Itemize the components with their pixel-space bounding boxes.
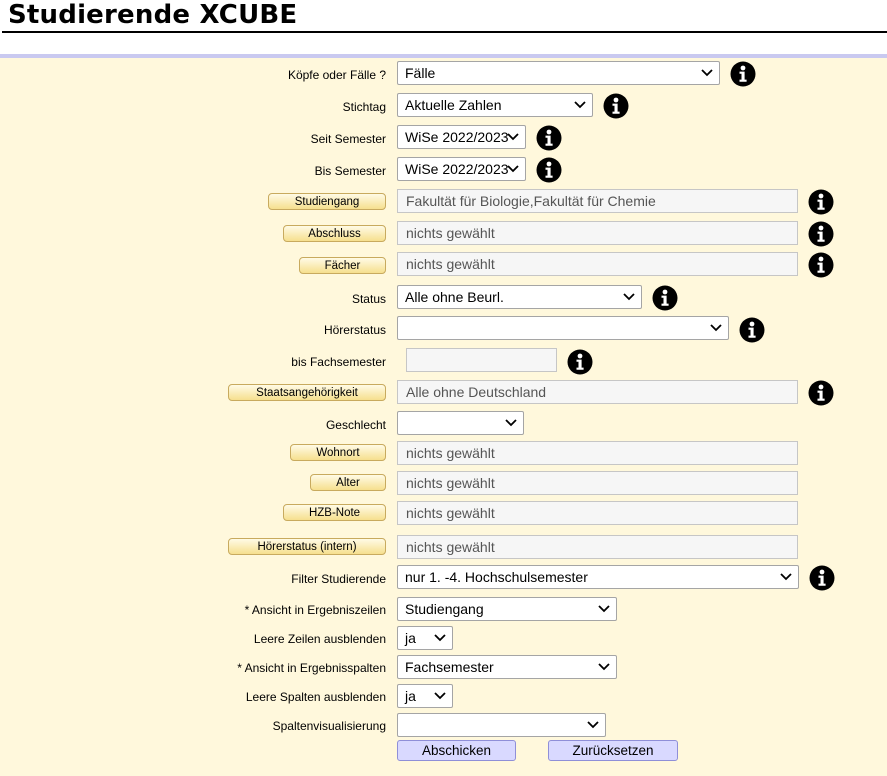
- alter-field[interactable]: nichts gewählt: [397, 471, 798, 495]
- leere-zeilen-label: Leere Zeilen ausblenden: [253, 632, 386, 646]
- chevron-down-icon: [507, 133, 519, 141]
- bis-semester-value: WiSe 2022/2023: [405, 161, 509, 177]
- leere-spalten-select[interactable]: ja: [397, 684, 453, 708]
- status-label: Status: [351, 292, 386, 306]
- hoererstatus-intern-button[interactable]: Hörerstatus (intern): [228, 538, 386, 555]
- hzb-note-field[interactable]: nichts gewählt: [397, 501, 798, 525]
- spalten-value: Fachsemester: [405, 659, 494, 675]
- info-icon[interactable]: [808, 252, 834, 278]
- info-icon[interactable]: [536, 157, 562, 183]
- title-divider: [2, 31, 887, 33]
- zeilen-value: Studiengang: [405, 601, 484, 617]
- filter-select[interactable]: nur 1. -4. Hochschulsemester: [397, 565, 799, 589]
- stichtag-select[interactable]: Aktuelle Zahlen: [397, 93, 593, 117]
- hzb-note-button[interactable]: HZB-Note: [283, 504, 386, 521]
- chevron-down-icon: [505, 419, 517, 427]
- chevron-down-icon: [507, 165, 519, 173]
- leere-zeilen-value: ja: [405, 630, 416, 646]
- koepfe-select[interactable]: Fälle: [397, 61, 720, 85]
- leere-spalten-value: ja: [405, 688, 416, 704]
- hoererstatus-label: Hörerstatus: [323, 323, 386, 337]
- info-icon[interactable]: [739, 317, 765, 343]
- studiengang-button[interactable]: Studiengang: [268, 193, 386, 210]
- page-title: Studierende XCUBE: [8, 0, 298, 30]
- koepfe-label: Köpfe oder Fälle ?: [287, 68, 386, 82]
- filter-label: Filter Studierende: [291, 572, 386, 586]
- visual-label: Spaltenvisualisierung: [272, 719, 386, 733]
- stichtag-value: Aktuelle Zahlen: [405, 97, 502, 113]
- info-icon[interactable]: [603, 93, 629, 119]
- chevron-down-icon: [780, 573, 792, 581]
- stichtag-label: Stichtag: [342, 100, 386, 114]
- staatsangehoerigkeit-button[interactable]: Staatsangehörigkeit: [228, 384, 386, 401]
- faecher-field[interactable]: nichts gewählt: [397, 252, 798, 276]
- info-icon[interactable]: [808, 380, 834, 406]
- koepfe-value: Fälle: [405, 65, 436, 81]
- chevron-down-icon: [587, 721, 599, 729]
- wohnort-field[interactable]: nichts gewählt: [397, 441, 798, 465]
- bis-semester-select[interactable]: WiSe 2022/2023: [397, 157, 526, 181]
- info-icon[interactable]: [652, 285, 678, 311]
- filter-value: nur 1. -4. Hochschulsemester: [405, 569, 588, 585]
- reset-button[interactable]: Zurücksetzen: [548, 740, 678, 761]
- wohnort-button[interactable]: Wohnort: [290, 444, 386, 461]
- faecher-button[interactable]: Fächer: [299, 257, 386, 274]
- zeilen-select[interactable]: Studiengang: [397, 597, 617, 621]
- seit-semester-select[interactable]: WiSe 2022/2023: [397, 125, 526, 149]
- abschluss-button[interactable]: Abschluss: [283, 225, 386, 242]
- alter-button[interactable]: Alter: [310, 474, 386, 491]
- chevron-down-icon: [598, 663, 610, 671]
- zeilen-label: * Ansicht in Ergebniszeilen: [244, 603, 386, 617]
- spalten-label: * Ansicht in Ergebnisspalten: [237, 661, 386, 675]
- studiengang-field[interactable]: Fakultät für Biologie,Fakultät für Chemi…: [397, 189, 798, 213]
- abschluss-field[interactable]: nichts gewählt: [397, 221, 798, 245]
- status-select[interactable]: Alle ohne Beurl.: [397, 285, 642, 309]
- chevron-down-icon: [434, 634, 446, 642]
- info-icon[interactable]: [808, 189, 834, 215]
- geschlecht-label: Geschlecht: [325, 418, 386, 432]
- leere-zeilen-select[interactable]: ja: [397, 626, 453, 650]
- chevron-down-icon: [434, 692, 446, 700]
- submit-button[interactable]: Abschicken: [397, 740, 516, 761]
- leere-spalten-label: Leere Spalten ausblenden: [245, 690, 386, 704]
- chevron-down-icon: [623, 293, 635, 301]
- chevron-down-icon: [598, 605, 610, 613]
- bis-semester-label: Bis Semester: [314, 164, 386, 178]
- hoererstatus-intern-field[interactable]: nichts gewählt: [397, 535, 798, 559]
- seit-semester-value: WiSe 2022/2023: [405, 129, 509, 145]
- chevron-down-icon: [710, 324, 722, 332]
- info-icon[interactable]: [809, 565, 835, 591]
- visual-select[interactable]: [397, 713, 606, 737]
- info-icon[interactable]: [567, 349, 593, 375]
- spalten-select[interactable]: Fachsemester: [397, 655, 617, 679]
- status-value: Alle ohne Beurl.: [405, 289, 504, 305]
- seit-semester-label: Seit Semester: [310, 132, 386, 146]
- hoererstatus-select[interactable]: [397, 316, 729, 340]
- fachsemester-label: bis Fachsemester: [291, 355, 386, 369]
- chevron-down-icon: [574, 101, 586, 109]
- staatsangehoerigkeit-field[interactable]: Alle ohne Deutschland: [397, 380, 798, 404]
- info-icon[interactable]: [808, 221, 834, 247]
- geschlecht-select[interactable]: [397, 411, 524, 435]
- info-icon[interactable]: [536, 125, 562, 151]
- chevron-down-icon: [701, 69, 713, 77]
- fachsemester-input[interactable]: [406, 348, 557, 372]
- info-icon[interactable]: [730, 61, 756, 87]
